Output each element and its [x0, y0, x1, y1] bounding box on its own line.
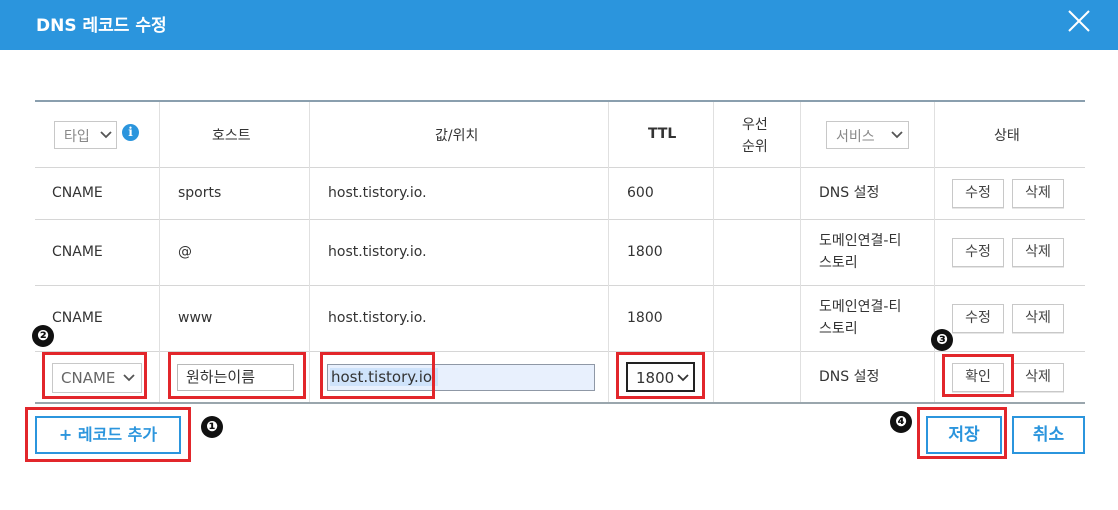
record-type: CNAME	[52, 244, 103, 260]
step-marker-4: ❹	[890, 411, 912, 433]
service-filter-label: 서비스	[836, 129, 875, 145]
type-filter-label: 타입	[64, 129, 90, 145]
table-bottom-border	[35, 402, 1085, 404]
record-service: DNS 설정	[819, 185, 880, 201]
header-priority-line2: 순위	[742, 139, 768, 155]
column-divider	[934, 102, 935, 402]
dialog-title: DNS 레코드 수정	[36, 16, 167, 36]
step-marker-3: ❸	[931, 329, 953, 351]
new-record-host-input[interactable]: 원하는이름	[177, 364, 294, 391]
chevron-down-icon	[123, 374, 135, 382]
header-priority-line1: 우선	[742, 117, 768, 133]
header-status: 상태	[994, 128, 1020, 144]
record-host: www	[178, 310, 213, 326]
record-ttl: 600	[627, 185, 654, 201]
chevron-down-icon	[677, 374, 689, 382]
dialog-header: DNS 레코드 수정	[0, 0, 1118, 50]
record-value: host.tistory.io.	[328, 185, 427, 201]
new-record-value-input[interactable]: host.tistory.io.	[327, 364, 595, 391]
row-divider	[35, 219, 1085, 220]
header-divider	[35, 167, 1085, 168]
column-divider	[800, 102, 801, 402]
add-record-button[interactable]: + 레코드 추가	[35, 416, 181, 454]
save-button[interactable]: 저장	[926, 416, 1002, 454]
type-filter-select[interactable]: 타입	[54, 121, 117, 149]
step-marker-2: ❷	[32, 325, 54, 347]
record-value: host.tistory.io.	[328, 244, 427, 260]
step-marker-1: ❶	[201, 416, 223, 438]
new-record-ttl-select[interactable]: 1800	[626, 362, 695, 392]
new-record-type-select[interactable]: CNAME	[52, 363, 142, 393]
new-record-value-text: host.tistory.io.	[330, 368, 438, 386]
new-record-ttl-value: 1800	[636, 369, 675, 387]
column-divider	[713, 102, 714, 402]
record-value: host.tistory.io.	[328, 310, 427, 326]
record-service-line2: 스토리	[819, 321, 858, 337]
column-divider	[159, 102, 160, 402]
record-type: CNAME	[52, 185, 103, 201]
service-filter-select[interactable]: 서비스	[826, 121, 909, 149]
close-icon[interactable]	[1064, 6, 1094, 36]
row-divider	[35, 351, 1085, 352]
record-ttl: 1800	[627, 310, 663, 326]
record-service-line2: 스토리	[819, 255, 858, 271]
delete-button[interactable]: 삭제	[1012, 238, 1064, 267]
table-top-border	[35, 100, 1085, 102]
record-service-line1: 도메인연결-티	[819, 299, 902, 315]
record-service-line1: 도메인연결-티	[819, 233, 902, 249]
edit-button[interactable]: 수정	[952, 238, 1004, 267]
new-record-service: DNS 설정	[819, 369, 880, 385]
column-divider	[309, 102, 310, 402]
column-divider	[608, 102, 609, 402]
cancel-button[interactable]: 취소	[1012, 416, 1085, 454]
header-value: 값/위치	[435, 128, 479, 144]
record-ttl: 1800	[627, 244, 663, 260]
chevron-down-icon	[100, 131, 112, 139]
delete-button[interactable]: 삭제	[1012, 304, 1064, 333]
edit-button[interactable]: 수정	[952, 304, 1004, 333]
confirm-button[interactable]: 확인	[952, 363, 1004, 392]
record-host: @	[178, 244, 192, 260]
header-host: 호스트	[212, 128, 251, 144]
row-divider	[35, 285, 1085, 286]
chevron-down-icon	[891, 131, 903, 139]
new-record-type-value: CNAME	[61, 369, 116, 387]
header-ttl: TTL	[648, 126, 677, 142]
edit-button[interactable]: 수정	[952, 179, 1004, 208]
info-icon[interactable]: i	[122, 124, 139, 141]
delete-button[interactable]: 삭제	[1012, 363, 1064, 392]
delete-button[interactable]: 삭제	[1012, 179, 1064, 208]
record-type: CNAME	[52, 310, 103, 326]
record-host: sports	[178, 185, 222, 201]
